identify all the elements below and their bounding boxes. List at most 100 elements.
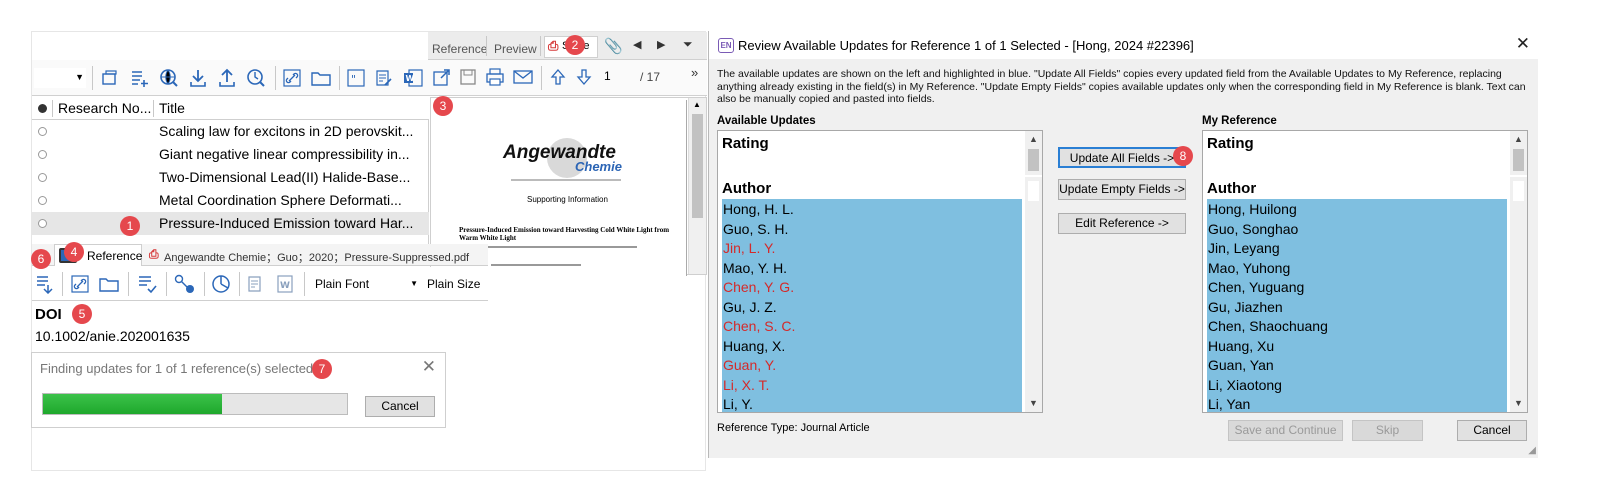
preview-scrollbar[interactable]: ▲ bbox=[688, 98, 706, 274]
progress-bar bbox=[42, 393, 348, 415]
document-title: Pressure-Induced Emission toward Harvest… bbox=[459, 226, 670, 242]
scroll-up-icon[interactable]: ▲ bbox=[1510, 131, 1527, 148]
link-icon[interactable] bbox=[70, 273, 90, 295]
table-row[interactable]: Giant negative linear compressibility in… bbox=[32, 143, 429, 166]
progress-message: Finding updates for 1 of 1 reference(s) … bbox=[40, 361, 324, 376]
menu-dropdown-icon[interactable]: ⏷ bbox=[683, 37, 693, 52]
unread-dot-icon bbox=[38, 173, 47, 182]
folder-icon[interactable] bbox=[310, 68, 332, 88]
unread-dot-icon bbox=[38, 219, 47, 228]
table-row[interactable]: Two-Dimensional Lead(II) Halide-Base... bbox=[32, 166, 429, 189]
prev-arrow-icon[interactable]: ◀ bbox=[633, 38, 641, 51]
my-reference-box[interactable]: Rating Author Hong, Huilong Guo, Songhao… bbox=[1202, 130, 1528, 413]
list-item: Mao, Y. H. bbox=[723, 259, 788, 276]
cancel-button[interactable]: Cancel bbox=[1457, 420, 1527, 441]
tab-reference[interactable]: Reference bbox=[432, 38, 487, 60]
close-icon[interactable]: ✕ bbox=[1516, 34, 1530, 54]
copy-to-group-icon[interactable] bbox=[100, 68, 120, 88]
word-icon[interactable]: W bbox=[273, 273, 295, 295]
scroll-down-icon[interactable]: ▼ bbox=[1025, 395, 1042, 412]
dialog-description: The available updates are shown on the l… bbox=[717, 68, 1526, 105]
cancel-button[interactable]: Cancel bbox=[365, 396, 435, 417]
group-dropdown[interactable]: ▼ bbox=[34, 68, 86, 88]
page-down-icon[interactable] bbox=[574, 67, 594, 87]
next-arrow-icon[interactable]: ▶ bbox=[657, 38, 665, 51]
reference-title: Scaling law for excitons in 2D perovskit… bbox=[159, 123, 414, 139]
table-row[interactable]: Scaling law for excitons in 2D perovskit… bbox=[32, 120, 429, 143]
page-up-icon[interactable] bbox=[548, 67, 568, 87]
font-select[interactable]: Plain Font ▼ bbox=[312, 276, 420, 294]
list-item: Jin, Leyang bbox=[1208, 240, 1280, 256]
checklist-icon[interactable] bbox=[136, 273, 158, 295]
available-rating-scrollbar[interactable]: ▲ bbox=[1025, 131, 1042, 175]
online-search-icon[interactable] bbox=[158, 67, 180, 89]
new-reference-icon[interactable] bbox=[129, 68, 151, 88]
email-icon[interactable] bbox=[512, 67, 534, 87]
resize-grip-icon[interactable]: ◢ bbox=[1528, 445, 1536, 456]
paperclip-icon[interactable]: 📎 bbox=[604, 37, 623, 55]
connect-icon[interactable] bbox=[173, 273, 197, 295]
finding-updates-dialog: Finding updates for 1 of 1 reference(s) … bbox=[31, 352, 446, 428]
bottom-tab-strip: Reference ⎙ Angewandte Chemie；Guo；2020；P… bbox=[32, 244, 488, 266]
table-row[interactable]: Metal Coordination Sphere Deformati... bbox=[32, 189, 429, 212]
word-icon[interactable]: W bbox=[402, 68, 424, 88]
review-updates-dialog: EN Review Available Updates for Referenc… bbox=[708, 31, 1539, 458]
column-research-notes[interactable]: Research No... bbox=[58, 100, 151, 116]
update-all-fields-button[interactable]: Update All Fields -> bbox=[1058, 147, 1186, 168]
annotation-badge-6: 6 bbox=[31, 249, 51, 269]
chevron-down-icon: ▼ bbox=[75, 72, 84, 82]
svg-text:W: W bbox=[406, 74, 415, 83]
print-icon[interactable] bbox=[484, 67, 506, 87]
find-fulltext-icon[interactable] bbox=[245, 67, 267, 89]
more-tools-icon[interactable]: » bbox=[691, 65, 698, 80]
supporting-info-label: Supporting Information bbox=[527, 195, 608, 204]
upload-icon[interactable] bbox=[216, 67, 238, 89]
available-updates-box[interactable]: Rating Author Hong, H. L. Guo, S. H. Jin… bbox=[717, 130, 1043, 413]
scroll-up-icon[interactable]: ▲ bbox=[1025, 131, 1042, 148]
read-status-column-icon[interactable] bbox=[38, 104, 47, 113]
skip-button[interactable]: Skip bbox=[1352, 420, 1423, 441]
rating-field-label: Rating bbox=[722, 135, 769, 152]
edit-reference-button[interactable]: Edit Reference -> bbox=[1058, 213, 1186, 234]
scroll-down-icon[interactable]: ▼ bbox=[1510, 395, 1527, 412]
rating-field-label: Rating bbox=[1207, 135, 1254, 152]
list-item: Gu, J. Z. bbox=[723, 298, 777, 315]
tab-pdf-bottom[interactable]: ⎙ Angewandte Chemie；Guo；2020；Pressure-Su… bbox=[144, 244, 484, 266]
my-rating-scrollbar[interactable]: ▲ bbox=[1510, 131, 1527, 175]
my-author-scrollbar[interactable]: ▼ bbox=[1510, 177, 1527, 412]
column-title[interactable]: Title bbox=[159, 100, 185, 116]
svg-text:": " bbox=[351, 73, 356, 86]
close-icon[interactable]: ✕ bbox=[422, 357, 436, 377]
folder-icon[interactable] bbox=[98, 273, 120, 295]
edit-note-icon[interactable] bbox=[374, 68, 394, 88]
dialog-title: Review Available Updates for Reference 1… bbox=[738, 38, 1194, 53]
update-empty-fields-button[interactable]: Update Empty Fields -> bbox=[1058, 179, 1186, 200]
quote-icon[interactable]: " bbox=[346, 68, 366, 88]
font-select-value: Plain Font bbox=[315, 277, 370, 291]
table-row-selected[interactable]: Pressure-Induced Emission toward Har... bbox=[32, 212, 429, 235]
insert-citation-icon[interactable] bbox=[34, 273, 56, 295]
tab-pdf-bottom-label: Angewandte Chemie；Guo；2020；Pressure-Supp… bbox=[164, 252, 470, 264]
edit-note-icon[interactable] bbox=[246, 273, 266, 295]
available-author-scrollbar[interactable]: ▼ bbox=[1025, 177, 1042, 412]
unread-dot-icon bbox=[38, 150, 47, 159]
pdf-icon: ⎙ bbox=[149, 247, 159, 261]
size-select[interactable]: Plain Size bbox=[424, 276, 484, 294]
save-icon[interactable] bbox=[458, 67, 478, 87]
my-reference-label: My Reference bbox=[1202, 115, 1277, 127]
dialog-titlebar: EN Review Available Updates for Referenc… bbox=[709, 31, 1539, 59]
scroll-up-icon[interactable]: ▲ bbox=[693, 100, 701, 109]
page-number-input[interactable]: 1 bbox=[604, 69, 628, 87]
list-item: Guo, Songhao bbox=[1208, 220, 1299, 237]
list-item: Huang, Xu bbox=[1208, 337, 1275, 354]
download-icon[interactable] bbox=[187, 67, 209, 89]
save-and-continue-button[interactable]: Save and Continue bbox=[1228, 420, 1343, 441]
reference-editor-toolbar: W Plain Font ▼ Plain Size bbox=[32, 267, 488, 301]
pie-chart-icon[interactable] bbox=[210, 273, 232, 295]
list-item: Mao, Yuhong bbox=[1208, 259, 1291, 276]
doi-field-value[interactable]: 10.1002/anie.202001635 bbox=[35, 328, 190, 344]
open-external-icon[interactable] bbox=[432, 67, 452, 87]
reference-title: Two-Dimensional Lead(II) Halide-Base... bbox=[159, 169, 411, 185]
tab-preview[interactable]: Preview bbox=[494, 38, 537, 60]
link-icon[interactable] bbox=[282, 68, 302, 88]
